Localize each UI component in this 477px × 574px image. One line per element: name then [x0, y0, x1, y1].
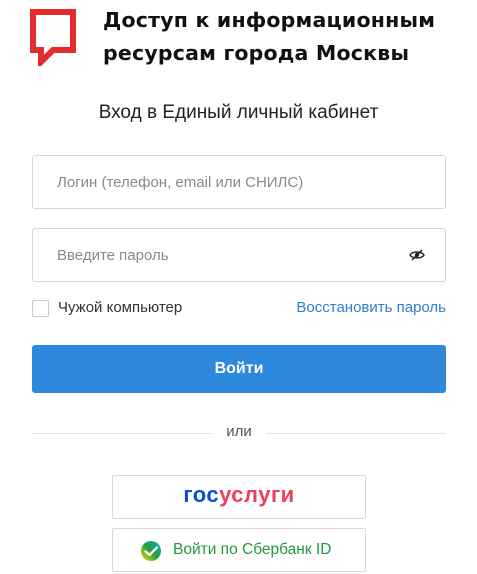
brand-title-line2: ресурсам города Москвы	[103, 41, 410, 65]
page-subtitle: Вход в Единый личный кабинет	[98, 102, 379, 123]
header: Доступ к информационным ресурсам города …	[0, 0, 477, 80]
mos-logo-icon	[30, 9, 76, 66]
gosuslugi-login-button[interactable]: госуслуги	[112, 475, 366, 519]
password-input[interactable]	[57, 229, 407, 281]
foreign-computer-label[interactable]: Чужой компьютер	[58, 299, 182, 316]
brand-title-line1: Доступ к информационным	[103, 8, 436, 32]
divider-line-right	[266, 433, 446, 434]
restore-password-link[interactable]: Восстановить пароль	[296, 299, 446, 316]
eye-slash-icon[interactable]	[409, 249, 425, 261]
foreign-computer-checkbox[interactable]	[32, 300, 49, 317]
gosuslugi-logo-part2: услуги	[219, 482, 295, 507]
login-field[interactable]	[32, 155, 446, 209]
options-row: Чужой компьютер Восстановить пароль	[32, 298, 446, 320]
sberbank-logo-icon	[141, 541, 161, 561]
brand-title: Доступ к информационным ресурсам города …	[103, 4, 435, 70]
gosuslugi-logo: госуслуги	[183, 482, 294, 508]
or-label: или	[226, 423, 252, 440]
password-field[interactable]	[32, 228, 446, 282]
sber-id-label: Войти по Сбербанк ID	[173, 541, 332, 558]
login-button[interactable]: Войти	[32, 345, 446, 393]
or-divider: или	[32, 423, 446, 443]
sber-id-login-button[interactable]: Войти по Сбербанк ID	[112, 528, 366, 572]
gosuslugi-logo-part1: гос	[183, 482, 220, 507]
login-input[interactable]	[57, 156, 407, 208]
